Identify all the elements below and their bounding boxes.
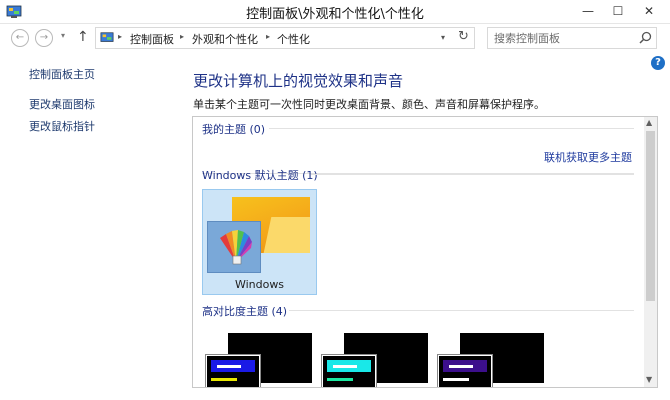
navigation-bar: ← → ▾ ↑ ▸ 控制面板 ▸ 外观和个性化 ▸ 个性化 ▾ ↻ — [0, 24, 670, 52]
theme-text-preview — [211, 378, 237, 381]
theme-titlebar-preview — [211, 360, 255, 372]
windows-theme-tile[interactable]: Windows — [202, 189, 317, 295]
sidebar-item-change-mouse-pointers[interactable]: 更改鼠标指针 — [29, 118, 95, 134]
page-title: 更改计算机上的视觉效果和声音 — [193, 72, 404, 90]
recent-locations-icon[interactable]: ▾ — [61, 31, 65, 40]
wallpaper-shape — [260, 217, 310, 253]
high-contrast-theme-tile[interactable] — [436, 333, 546, 387]
theme-name: Windows — [234, 278, 285, 291]
scroll-down-icon[interactable]: ▼ — [646, 375, 652, 384]
divider — [311, 174, 634, 175]
window-title: 控制面板\外观和个性化\个性化 — [246, 7, 424, 22]
breadcrumb-personalization[interactable]: 个性化 — [277, 31, 310, 47]
search-box[interactable] — [487, 27, 657, 49]
sidebar-item-change-desktop-icons[interactable]: 更改桌面图标 — [29, 96, 95, 112]
breadcrumb-separator[interactable]: ▸ — [266, 32, 270, 41]
theme-color-preview — [207, 221, 261, 273]
scroll-thumb[interactable] — [646, 131, 655, 301]
sidebar-item-control-panel-home[interactable]: 控制面板主页 — [29, 66, 95, 82]
get-more-themes-link[interactable]: 联机获取更多主题 — [544, 149, 632, 165]
scroll-up-icon[interactable]: ▲ — [646, 118, 652, 127]
forward-button[interactable]: → — [35, 29, 53, 47]
theme-text-preview — [443, 378, 469, 381]
help-icon[interactable]: ? — [651, 56, 665, 70]
theme-text-preview — [327, 378, 353, 381]
maximize-button[interactable]: ☐ — [605, 1, 631, 21]
breadcrumb-separator[interactable]: ▸ — [180, 32, 184, 41]
address-dropdown-icon[interactable]: ▾ — [441, 33, 445, 42]
minimize-button[interactable]: — — [575, 1, 601, 21]
page-description: 单击某个主题可一次性同时更改桌面背景、颜色、声音和屏幕保护程序。 — [193, 98, 545, 111]
divider — [269, 128, 634, 129]
default-themes-header[interactable]: Windows 默认主题 (1) — [202, 167, 318, 183]
color-fan-icon — [220, 230, 252, 265]
theme-titlebar-preview — [443, 360, 487, 372]
theme-list[interactable]: 我的主题 (0) 联机获取更多主题 Windows 默认主题 (1) Windo… — [192, 116, 658, 388]
high-contrast-theme-tile[interactable] — [320, 333, 430, 387]
theme-window-preview — [437, 354, 493, 387]
my-themes-header[interactable]: 我的主题 (0) — [202, 121, 265, 137]
theme-titlebar-preview — [327, 360, 371, 372]
divider — [289, 310, 634, 311]
title-bar: 控制面板\外观和个性化\个性化 — ☐ ✕ — [0, 0, 670, 24]
vertical-scrollbar[interactable]: ▲ ▼ — [644, 117, 657, 387]
refresh-icon[interactable]: ↻ — [458, 29, 469, 44]
breadcrumb-appearance[interactable]: 外观和个性化 — [192, 31, 258, 47]
breadcrumb-control-panel[interactable]: 控制面板 — [130, 31, 174, 47]
search-input[interactable] — [494, 30, 629, 46]
search-icon[interactable] — [639, 31, 652, 44]
close-button[interactable]: ✕ — [636, 1, 662, 21]
high-contrast-theme-tile[interactable] — [204, 333, 314, 387]
breadcrumb-separator[interactable]: ▸ — [118, 32, 122, 41]
theme-window-preview — [321, 354, 377, 387]
control-panel-icon — [100, 32, 114, 42]
high-contrast-themes-header[interactable]: 高对比度主题 (4) — [202, 303, 287, 319]
theme-window-preview — [205, 354, 261, 387]
up-button[interactable]: ↑ — [77, 29, 89, 45]
back-button[interactable]: ← — [11, 29, 29, 47]
address-bar[interactable]: ▸ 控制面板 ▸ 外观和个性化 ▸ 个性化 ▾ ↻ — [95, 27, 475, 49]
